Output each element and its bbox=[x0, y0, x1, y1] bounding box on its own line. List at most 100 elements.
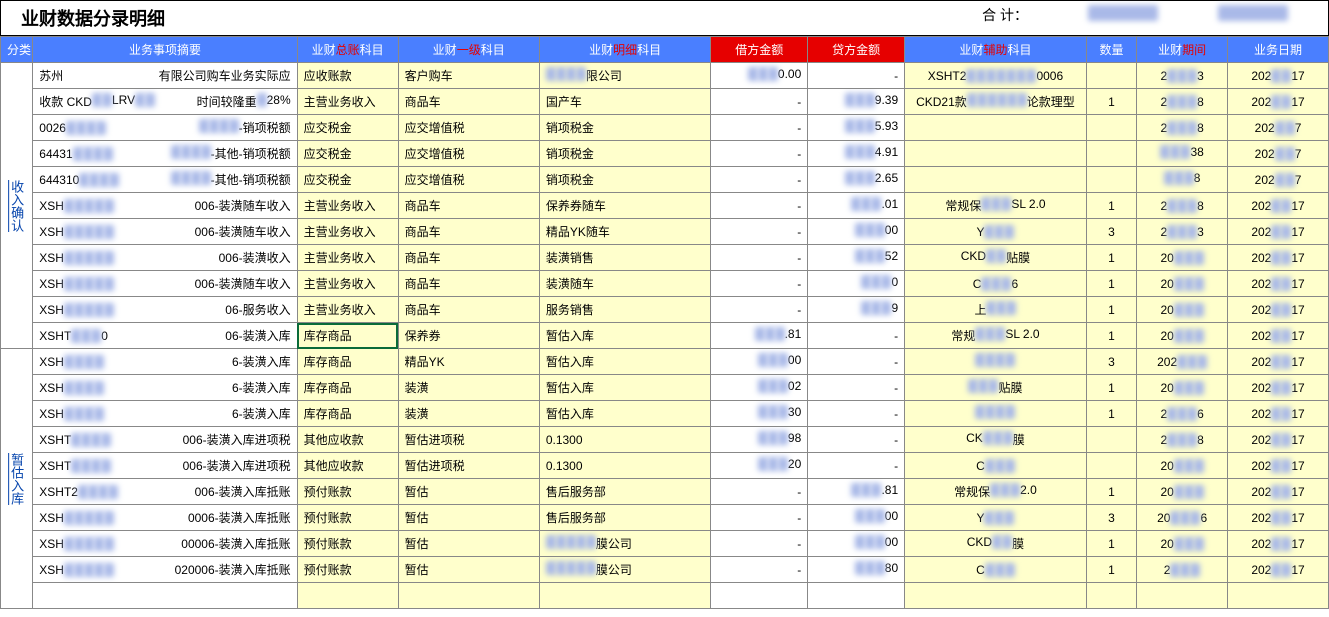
cell[interactable] bbox=[1086, 141, 1136, 167]
cell[interactable]: - bbox=[808, 63, 905, 89]
cell[interactable]: - bbox=[808, 401, 905, 427]
cell[interactable]: 暂估入库 bbox=[539, 401, 711, 427]
cell[interactable]: 暂估入库 bbox=[539, 375, 711, 401]
cell[interactable]: 20217 bbox=[1228, 505, 1329, 531]
cell[interactable]: C bbox=[905, 557, 1087, 583]
cell[interactable]: 售后服务部 bbox=[539, 479, 711, 505]
summary-cell[interactable]: XSHT006-装潢入库进项税 bbox=[33, 427, 297, 453]
cell[interactable]: 20217 bbox=[1228, 479, 1329, 505]
summary-cell[interactable]: 644310-其他-销项税额 bbox=[33, 167, 297, 193]
cell[interactable]: 4.91 bbox=[808, 141, 905, 167]
cell[interactable]: 暂估 bbox=[398, 557, 539, 583]
cell[interactable]: 销项税金 bbox=[539, 167, 711, 193]
cell[interactable]: CKD贴膜 bbox=[905, 245, 1087, 271]
cell[interactable]: 上 bbox=[905, 297, 1087, 323]
cell[interactable]: 暂估入库 bbox=[539, 349, 711, 375]
table-row[interactable]: XSHT006-装潢入库库存商品保养券暂估入库.81-常规SL 2.012020… bbox=[1, 323, 1329, 349]
summary-cell[interactable]: XSH6-装潢入库 bbox=[33, 375, 297, 401]
cell[interactable]: 28 bbox=[1137, 115, 1228, 141]
cell[interactable]: - bbox=[808, 349, 905, 375]
cell[interactable]: 20 bbox=[1137, 375, 1228, 401]
cell[interactable]: 主营业务收入 bbox=[297, 297, 398, 323]
table-row[interactable]: XSH00006-装潢入库抵账预付账款暂估膜公司-00CKD膜12020217 bbox=[1, 531, 1329, 557]
table-row[interactable]: XSHT006-装潢入库进项税其他应收款暂估进项税0.130098-CK膜282… bbox=[1, 427, 1329, 453]
cell[interactable]: 8 bbox=[1137, 167, 1228, 193]
cell[interactable]: 库存商品 bbox=[297, 323, 398, 349]
cell[interactable]: 20217 bbox=[1228, 219, 1329, 245]
cell[interactable]: - bbox=[711, 479, 808, 505]
table-row[interactable]: XSH006-装潢收入主营业务收入商品车装潢销售-52CKD贴膜12020217 bbox=[1, 245, 1329, 271]
summary-cell[interactable]: XSH06-服务收入 bbox=[33, 297, 297, 323]
cell[interactable]: - bbox=[711, 193, 808, 219]
cell[interactable]: 主营业务收入 bbox=[297, 89, 398, 115]
cell[interactable]: 保养券 bbox=[398, 323, 539, 349]
cell[interactable]: 20217 bbox=[1228, 375, 1329, 401]
cell[interactable]: 20217 bbox=[1228, 557, 1329, 583]
cell[interactable] bbox=[905, 401, 1087, 427]
cell[interactable] bbox=[1086, 167, 1136, 193]
cell[interactable]: 5.93 bbox=[808, 115, 905, 141]
cell[interactable]: C bbox=[905, 453, 1087, 479]
cell[interactable]: 1 bbox=[1086, 193, 1136, 219]
cell[interactable]: - bbox=[808, 323, 905, 349]
cell[interactable] bbox=[808, 583, 905, 609]
cell[interactable] bbox=[1086, 115, 1136, 141]
summary-cell[interactable]: XSHT006-装潢入库 bbox=[33, 323, 297, 349]
summary-cell[interactable]: XSHT2006-装潢入库抵账 bbox=[33, 479, 297, 505]
cell[interactable]: 应交税金 bbox=[297, 167, 398, 193]
summary-cell[interactable]: XSH0006-装潢入库抵账 bbox=[33, 505, 297, 531]
cell[interactable]: 商品车 bbox=[398, 219, 539, 245]
cell[interactable]: 应交增值税 bbox=[398, 115, 539, 141]
cell[interactable]: 主营业务收入 bbox=[297, 271, 398, 297]
cell[interactable]: 服务销售 bbox=[539, 297, 711, 323]
summary-cell[interactable]: XSHT006-装潢入库进项税 bbox=[33, 453, 297, 479]
cell[interactable]: 1 bbox=[1086, 89, 1136, 115]
table-row[interactable]: XSH0006-装潢入库抵账预付账款暂估售后服务部-00Y320620217 bbox=[1, 505, 1329, 531]
cell[interactable]: 暂估 bbox=[398, 479, 539, 505]
cell[interactable]: 20217 bbox=[1228, 401, 1329, 427]
summary-cell[interactable]: XSH006-装潢收入 bbox=[33, 245, 297, 271]
cell[interactable]: 1 bbox=[1086, 557, 1136, 583]
cell[interactable]: 20 bbox=[1137, 453, 1228, 479]
cell[interactable]: 2027 bbox=[1228, 115, 1329, 141]
cell[interactable]: 20 bbox=[1137, 245, 1228, 271]
cell[interactable]: 国产车 bbox=[539, 89, 711, 115]
cell[interactable]: 精品YK随车 bbox=[539, 219, 711, 245]
cell[interactable]: 应交增值税 bbox=[398, 167, 539, 193]
cell[interactable]: 28 bbox=[1137, 427, 1228, 453]
cell[interactable]: 主营业务收入 bbox=[297, 245, 398, 271]
cell[interactable]: 2027 bbox=[1228, 167, 1329, 193]
cell[interactable]: 限公司 bbox=[539, 63, 711, 89]
cell[interactable]: 主营业务收入 bbox=[297, 219, 398, 245]
cell[interactable]: 20217 bbox=[1228, 531, 1329, 557]
cell[interactable]: 20217 bbox=[1228, 245, 1329, 271]
cell[interactable]: 20217 bbox=[1228, 453, 1329, 479]
cell[interactable]: 装潢 bbox=[398, 401, 539, 427]
cell[interactable] bbox=[1086, 427, 1136, 453]
cell[interactable]: 预付账款 bbox=[297, 557, 398, 583]
cell[interactable] bbox=[1086, 63, 1136, 89]
cell[interactable]: 202 bbox=[1137, 349, 1228, 375]
cell[interactable]: 膜公司 bbox=[539, 557, 711, 583]
cell[interactable]: 库存商品 bbox=[297, 349, 398, 375]
cell[interactable]: 20 bbox=[1137, 479, 1228, 505]
cell[interactable]: 20 bbox=[711, 453, 808, 479]
cell[interactable]: 装潢随车 bbox=[539, 271, 711, 297]
col-summary[interactable]: 业务事项摘要 bbox=[33, 37, 297, 63]
cell[interactable]: - bbox=[711, 89, 808, 115]
cell[interactable]: 20217 bbox=[1228, 349, 1329, 375]
cell[interactable]: 2 bbox=[1137, 557, 1228, 583]
table-row[interactable]: 64431-其他-销项税额应交税金应交增值税销项税金-4.91382027 bbox=[1, 141, 1329, 167]
cell[interactable]: 应交增值税 bbox=[398, 141, 539, 167]
cell[interactable]: 其他应收款 bbox=[297, 427, 398, 453]
cell[interactable]: 20 bbox=[1137, 297, 1228, 323]
cell[interactable]: 1 bbox=[1086, 531, 1136, 557]
table-row[interactable]: XSH06-服务收入主营业务收入商品车服务销售-9上12020217 bbox=[1, 297, 1329, 323]
table-row[interactable]: XSHT2006-装潢入库抵账预付账款暂估售后服务部-.81常规保 2.0120… bbox=[1, 479, 1329, 505]
cell[interactable]: 暂估进项税 bbox=[398, 427, 539, 453]
table-row[interactable]: 0026-销项税额应交税金应交增值税销项税金-5.93282027 bbox=[1, 115, 1329, 141]
cell[interactable]: 商品车 bbox=[398, 297, 539, 323]
cell[interactable]: - bbox=[808, 427, 905, 453]
cell[interactable]: 0 bbox=[808, 271, 905, 297]
cell[interactable]: C6 bbox=[905, 271, 1087, 297]
